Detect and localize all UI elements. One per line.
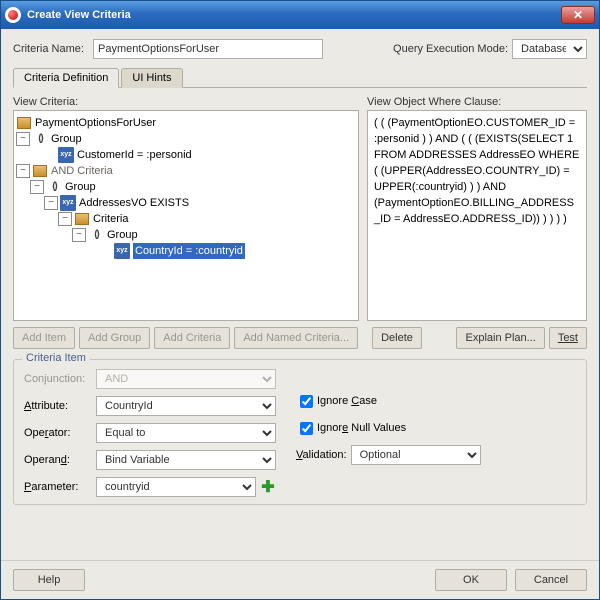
expand-icon[interactable]: − (30, 180, 44, 194)
ignore-null-checkbox[interactable] (300, 422, 313, 435)
conjunction-label: Conjunction: (24, 373, 96, 385)
dialog-footer: Help OK Cancel (1, 560, 599, 599)
titlebar[interactable]: Create View Criteria ✕ (1, 1, 599, 29)
validation-select[interactable]: Optional (351, 445, 481, 465)
help-button[interactable]: Help (13, 569, 85, 591)
expand-icon[interactable]: − (72, 228, 86, 242)
tree-selected-item[interactable]: CountryId = :countryid (133, 243, 245, 259)
operator-label: Operator: (24, 427, 96, 439)
tab-ui-hints[interactable]: UI Hints (121, 68, 182, 88)
criteria-name-label: Criteria Name: (13, 43, 93, 55)
operand-select[interactable]: Bind Variable (96, 450, 276, 470)
ok-button[interactable]: OK (435, 569, 507, 591)
add-named-criteria-button: Add Named Criteria... (234, 327, 358, 349)
expand-icon[interactable]: − (16, 164, 30, 178)
qem-label: Query Execution Mode: (393, 43, 508, 55)
delete-button[interactable]: Delete (372, 327, 422, 349)
view-criteria-label: View Criteria: (13, 96, 359, 108)
close-icon[interactable]: ✕ (561, 6, 595, 24)
add-item-button: Add Item (13, 327, 75, 349)
criteria-icon (75, 213, 89, 225)
cancel-button[interactable]: Cancel (515, 569, 587, 591)
tab-bar: Criteria Definition UI Hints (13, 67, 587, 88)
attr-icon: xyz (60, 195, 75, 211)
attribute-label: Attribute: (24, 400, 96, 412)
attribute-select[interactable]: CountryId (96, 396, 276, 416)
app-icon (5, 7, 21, 23)
ignore-null-label: Ignore Null Values (317, 422, 406, 434)
qem-select[interactable]: Database (512, 39, 587, 59)
window-title: Create View Criteria (27, 9, 561, 21)
add-group-button: Add Group (79, 327, 150, 349)
group-icon: ( ) (32, 132, 48, 146)
add-parameter-icon[interactable]: ✚ (260, 479, 276, 495)
criteria-root-icon (17, 117, 31, 129)
tab-criteria-definition[interactable]: Criteria Definition (13, 68, 119, 88)
test-button[interactable]: Test (549, 327, 587, 349)
attr-icon: xyz (58, 147, 73, 163)
where-clause-text: ( ( (PaymentOptionEO.CUSTOMER_ID = :pers… (367, 110, 587, 321)
group-icon: ( ) (46, 180, 62, 194)
criteria-name-input[interactable] (93, 39, 323, 59)
attr-icon: xyz (114, 243, 129, 259)
expand-icon[interactable]: − (44, 196, 58, 210)
explain-plan-button[interactable]: Explain Plan... (456, 327, 544, 349)
ignore-case-checkbox[interactable] (300, 395, 313, 408)
operand-label: Operand: (24, 454, 96, 466)
dialog-content: Criteria Name: Query Execution Mode: Dat… (1, 29, 599, 560)
conjunction-select: AND (96, 369, 276, 389)
parameter-label: Parameter: (24, 481, 96, 493)
expand-icon[interactable]: − (58, 212, 72, 226)
validation-label: Validation: (296, 449, 347, 461)
expand-icon[interactable]: − (16, 132, 30, 146)
criteria-icon (33, 165, 47, 177)
parameter-select[interactable]: countryid (96, 477, 256, 497)
operator-select[interactable]: Equal to (96, 423, 276, 443)
criteria-item-fieldset: Criteria Item Conjunction: AND Attribute… (13, 359, 587, 505)
tree-root: PaymentOptionsForUser (16, 115, 356, 131)
group-icon: ( ) (88, 228, 104, 242)
dialog-create-view-criteria: Create View Criteria ✕ Criteria Name: Qu… (0, 0, 600, 600)
view-criteria-tree[interactable]: PaymentOptionsForUser −( )Group xyzCusto… (13, 110, 359, 321)
where-clause-label: View Object Where Clause: (367, 96, 587, 108)
criteria-item-legend: Criteria Item (22, 352, 90, 364)
ignore-case-label: Ignore Case (317, 395, 377, 407)
add-criteria-button: Add Criteria (154, 327, 230, 349)
